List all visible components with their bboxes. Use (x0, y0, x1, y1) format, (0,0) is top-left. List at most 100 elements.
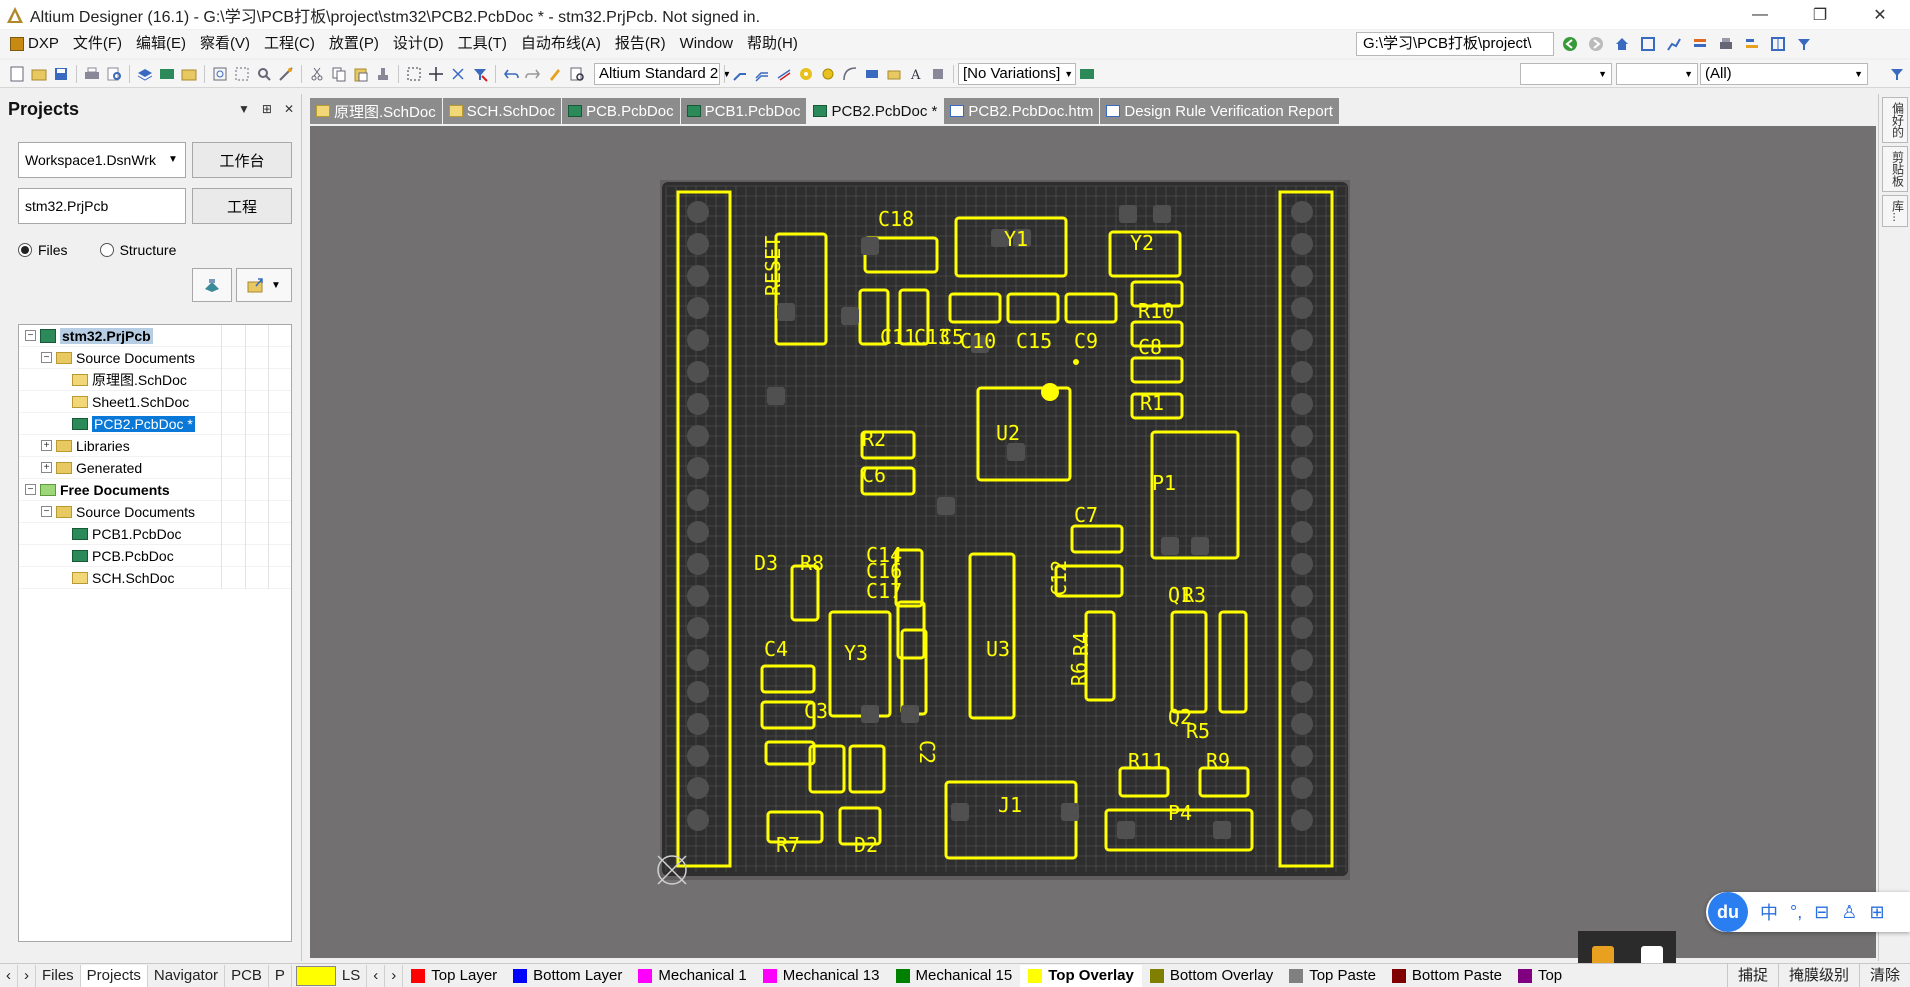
tree-item[interactable]: Sheet1.SchDoc (19, 391, 291, 413)
window-layout-icon[interactable] (1768, 34, 1788, 54)
mask-level-button[interactable]: 掩膜级别 (1777, 964, 1859, 987)
object-filter-select[interactable]: (All) ▼ (1700, 63, 1868, 85)
maximize-button[interactable]: ❐ (1790, 0, 1850, 29)
compile-button[interactable] (192, 268, 232, 302)
layer-stack-icon[interactable] (1690, 34, 1710, 54)
menu-place[interactable]: 放置(P) (322, 32, 386, 56)
workspace-button[interactable]: 工作台 (192, 142, 292, 178)
polygon-icon[interactable] (885, 65, 903, 83)
snap-button[interactable]: 捕捉 (1726, 964, 1778, 987)
folder-icon[interactable] (180, 65, 198, 83)
arc-icon[interactable] (841, 65, 859, 83)
current-layer-swatch[interactable] (295, 965, 336, 986)
panel-close-icon[interactable]: ✕ (284, 102, 294, 116)
document-tab[interactable]: Design Rule Verification Report (1100, 98, 1339, 124)
workspace-select[interactable]: Workspace1.DsnWrk ▼ (18, 142, 186, 178)
zoom-fit-icon[interactable] (211, 65, 229, 83)
layer-tab[interactable]: Mechanical 1 (630, 965, 754, 987)
select-area-icon[interactable] (405, 65, 423, 83)
structure-radio[interactable] (99, 243, 114, 257)
menu-tools[interactable]: 工具(T) (451, 32, 514, 56)
project-field[interactable]: stm32.PrjPcb (18, 188, 186, 224)
zoom-area-icon[interactable] (233, 65, 251, 83)
deselect-icon[interactable] (449, 65, 467, 83)
ime-punctuation[interactable]: °, (1790, 902, 1802, 923)
minimize-button[interactable]: — (1730, 0, 1790, 29)
ime-chinese-mode[interactable]: 中 (1760, 899, 1778, 925)
close-button[interactable]: ✕ (1850, 0, 1910, 29)
component-icon[interactable] (929, 65, 947, 83)
document-tab[interactable]: PCB2.PcbDoc.htm (944, 98, 1100, 124)
undo-icon[interactable] (502, 65, 520, 83)
menu-help[interactable]: 帮助(H) (740, 32, 805, 56)
rubber-stamp-icon[interactable] (374, 65, 392, 83)
favorites-tab[interactable]: 偏好的 (1881, 97, 1908, 143)
ime-toolbox-icon[interactable]: ⊟ (1814, 902, 1829, 923)
collapse-icon[interactable]: − (25, 484, 36, 495)
redo-icon[interactable] (524, 65, 542, 83)
tree-item[interactable]: PCB1.PcbDoc (19, 523, 291, 545)
panel-tab-projects[interactable]: Projects (80, 964, 148, 987)
tree-item[interactable]: PCB2.PcbDoc * (19, 413, 291, 435)
nav-forward-icon[interactable] (1586, 34, 1606, 54)
inspect-icon[interactable] (568, 65, 586, 83)
pin-icon[interactable]: ⊞ (262, 102, 272, 116)
scroll-right-icon[interactable]: › (18, 964, 36, 987)
standard-select[interactable]: Altium Standard 2 ▼ (594, 62, 731, 85)
collapse-icon[interactable]: − (25, 330, 36, 341)
home-icon[interactable] (1612, 34, 1632, 54)
diff-pair-icon[interactable] (775, 65, 793, 83)
tree-item[interactable]: − Source Documents (19, 347, 291, 369)
collapse-icon[interactable]: − (41, 506, 52, 517)
menu-view[interactable]: 察看(V) (193, 32, 257, 56)
print-icon[interactable] (83, 65, 101, 83)
layer-scroll-right-icon[interactable]: › (385, 964, 404, 987)
tree-item[interactable]: + Libraries (19, 435, 291, 457)
layer-tab[interactable]: Bottom Layer (505, 965, 630, 987)
document-path-field[interactable]: G:\学习\PCB打板\project\ (1356, 32, 1554, 56)
layer-scroll-left-icon[interactable]: ‹ (367, 964, 386, 987)
menu-project[interactable]: 工程(C) (257, 32, 322, 56)
document-tab[interactable]: SCH.SchDoc (442, 98, 562, 124)
ime-user-icon[interactable]: ♙ (1841, 902, 1857, 923)
filter-icon[interactable] (1794, 34, 1814, 54)
menu-file[interactable]: 文件(F) (66, 32, 129, 56)
layer-tab[interactable]: Bottom Paste (1384, 965, 1510, 987)
nav-back-icon[interactable] (1560, 34, 1580, 54)
clear-button[interactable]: 清除 (1858, 964, 1910, 987)
panel-tab-pcb[interactable]: PCB (225, 964, 269, 987)
ime-grid-icon[interactable]: ⊞ (1869, 902, 1884, 923)
pcb-workspace[interactable]: C18 Y1 Y2 RESET C13 C11 C10 C15 C9 R10 C5 C8 R1 U2 R2 C… (310, 126, 1876, 958)
menu-reports[interactable]: 报告(R) (608, 32, 673, 56)
menu-autoroute[interactable]: 自动布线(A) (514, 32, 608, 56)
document-tab[interactable]: PCB.PcbDoc (562, 98, 680, 124)
variant-manager-icon[interactable] (1078, 65, 1096, 83)
layer-tab[interactable]: Top (1510, 965, 1570, 987)
expand-icon[interactable]: + (41, 440, 52, 451)
open-folder-icon[interactable] (30, 65, 48, 83)
save-icon[interactable] (52, 65, 70, 83)
document-tab[interactable]: PCB1.PcbDoc (680, 98, 807, 124)
place-via-icon[interactable] (819, 65, 837, 83)
cross-probe-icon[interactable] (277, 65, 295, 83)
document-tab[interactable]: PCB2.PcbDoc * (807, 98, 944, 124)
panel-tab-navigator[interactable]: Navigator (148, 964, 226, 987)
tree-item[interactable]: + Generated (19, 457, 291, 479)
filter-apply-icon[interactable] (1888, 65, 1906, 83)
layers-3d-icon[interactable] (136, 65, 154, 83)
layer-tab[interactable]: Top Layer (403, 965, 505, 987)
libraries-tab[interactable]: 库... (1881, 195, 1908, 228)
string-icon[interactable]: A (907, 65, 925, 83)
menu-dxp[interactable]: DXP (0, 32, 66, 56)
fill-icon[interactable] (863, 65, 881, 83)
tree-item[interactable]: PCB.PcbDoc (19, 545, 291, 567)
variations-select[interactable]: [No Variations] ▼ (958, 62, 1076, 85)
new-file-icon[interactable] (8, 65, 26, 83)
scroll-left-icon[interactable]: ‹ (0, 964, 18, 987)
layer-filter-select-b[interactable]: ▼ (1616, 63, 1698, 85)
menu-design[interactable]: 设计(D) (386, 32, 451, 56)
highlight-icon[interactable] (546, 65, 564, 83)
layer-tab[interactable]: Top Overlay (1020, 964, 1142, 987)
panel-tab-more[interactable]: P (269, 964, 292, 987)
layer-tab[interactable]: Mechanical 13 (755, 965, 888, 987)
